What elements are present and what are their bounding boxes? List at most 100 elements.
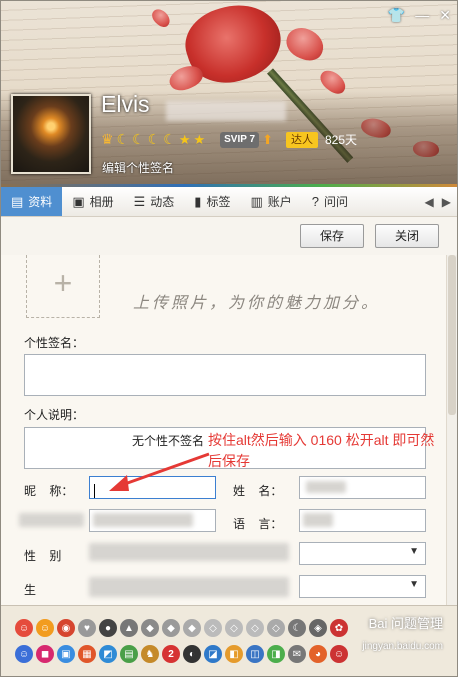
window-controls: 👕 — ✕ — [388, 7, 451, 24]
photo-upload[interactable]: + — [26, 255, 100, 318]
emoji-icon[interactable]: ▦ — [78, 645, 96, 663]
blurred-gender — [89, 543, 289, 561]
crown-icon: ♛ — [101, 131, 114, 147]
emoji-icon[interactable]: ▣ — [57, 645, 75, 663]
photo-icon: ▣ — [72, 193, 85, 209]
intro-value: 无个性不签名 — [132, 434, 205, 448]
emoji-icon[interactable]: ◈ — [309, 619, 327, 637]
star-icon: ★ — [193, 131, 206, 147]
birth-label: 生 — [24, 583, 37, 597]
profile-header: 👕 — ✕ Elvis ♛ ☾ ☾ ☾ ☾ ★ ★ SVIP 7 ⬆ 达人 82… — [1, 1, 457, 186]
level-badges: ♛ ☾ ☾ ☾ ☾ ★ ★ SVIP 7 ⬆ 达人 825天 — [101, 131, 357, 148]
tab-ask[interactable]: ? 问问 — [302, 187, 358, 216]
profile-card-icon: ▤ — [11, 193, 24, 209]
diamond-icon[interactable]: ◇ — [246, 619, 264, 637]
moon-icon: ☾ — [116, 131, 130, 147]
dropdown-select[interactable]: ▼ — [299, 575, 426, 598]
emoji-icon[interactable]: ◆ — [141, 619, 159, 637]
emoji-icon[interactable]: ▤ — [120, 645, 138, 663]
signature-label: 个性签名： — [24, 336, 85, 350]
profile-tabs: ▤ 资料 ▣ 相册 ☰ 动态 ▮ 标签 ▥ 账户 ? 问问 ◀ ▶ — [1, 187, 457, 217]
shirt-icon[interactable]: 👕 — [388, 7, 405, 24]
tab-feed[interactable]: ☰ 动态 — [124, 187, 185, 216]
blurred-language — [303, 513, 333, 527]
list-icon: ☰ — [133, 193, 146, 209]
emoji-icon[interactable]: ◧ — [225, 645, 243, 663]
emoji-icon[interactable]: ◨ — [267, 645, 285, 663]
tab-album[interactable]: ▣ 相册 — [62, 187, 123, 216]
emoji-icon[interactable]: ◪ — [204, 645, 222, 663]
blurred-birth — [89, 577, 289, 597]
plus-icon: + — [53, 265, 73, 301]
online-days: 825天 — [324, 133, 358, 147]
tab-label: 资料 — [28, 195, 53, 209]
avatar[interactable] — [11, 94, 91, 174]
emoji-icon[interactable]: ☺ — [15, 645, 33, 663]
emoji-icon[interactable]: ▲ — [120, 619, 138, 637]
talent-badge[interactable]: 达人 — [285, 131, 318, 148]
emoji-icon[interactable]: ◩ — [99, 645, 117, 663]
bookmark-icon: ▮ — [194, 193, 202, 209]
blurred-label — [19, 513, 84, 527]
text-caret — [94, 484, 95, 498]
minimize-icon[interactable]: — — [415, 7, 429, 24]
chevron-right-icon[interactable]: ▶ — [442, 195, 451, 209]
emoji-icon[interactable]: ◫ — [246, 645, 264, 663]
emoji-icon[interactable]: ◆ — [162, 619, 180, 637]
emoji-icon[interactable]: ◐ — [183, 645, 201, 663]
tab-profile[interactable]: ▤ 资料 — [1, 187, 63, 216]
emoji-icon[interactable]: ◇ — [267, 619, 285, 637]
chevron-down-icon: ▼ — [409, 579, 419, 590]
blurred-account — [166, 101, 286, 121]
close-button[interactable]: 关闭 — [375, 224, 439, 248]
watermark-url: jingyan.baidu.com — [362, 641, 443, 652]
briefcase-icon: ▥ — [250, 193, 263, 209]
moon-icon[interactable]: ☾ — [288, 619, 306, 637]
tab-tags[interactable]: ▮ 标签 — [184, 187, 240, 216]
scrollbar-thumb[interactable] — [448, 255, 456, 415]
tab-label: 账户 — [267, 195, 292, 209]
scrollbar[interactable] — [446, 255, 457, 605]
qq-profile-window: 👕 — ✕ Elvis ♛ ☾ ☾ ☾ ☾ ★ ★ SVIP 7 ⬆ 达人 82… — [0, 0, 458, 677]
profile-form: + 上传照片，为你的魅力加分。 个性签名： 个人说明： 无个性不签名 昵 称： … — [1, 255, 446, 605]
nickname-display: Elvis — [101, 91, 150, 117]
chevron-down-icon: ▼ — [409, 546, 419, 557]
edit-signature-link[interactable]: 编辑个性签名 — [102, 159, 174, 176]
tab-label: 动态 — [150, 195, 175, 209]
emoji-icon[interactable]: ◉ — [57, 619, 75, 637]
close-icon[interactable]: ✕ — [439, 7, 451, 24]
tab-account[interactable]: ▥ 账户 — [240, 187, 301, 216]
arrow-up-icon: ⬆ — [262, 131, 273, 147]
language-label: 语 言： — [233, 517, 283, 531]
svip-badge[interactable]: SVIP 7 — [220, 131, 260, 148]
emoji-icon[interactable]: ☺ — [330, 645, 348, 663]
diamond-icon[interactable]: ◇ — [225, 619, 243, 637]
heart-icon[interactable]: ♥ — [78, 619, 96, 637]
diamond-icon[interactable]: ◇ — [204, 619, 222, 637]
emoji-icon[interactable]: ♞ — [141, 645, 159, 663]
watermark-text: Bai 问题管理 — [368, 616, 443, 631]
emoji-icon[interactable]: 2 — [162, 645, 180, 663]
name-label: 姓 名： — [233, 484, 283, 498]
blurred-value — [93, 513, 193, 527]
tab-scroll: ◀ ▶ — [425, 187, 457, 216]
penguin-icon[interactable]: ● — [99, 619, 117, 637]
chevron-left-icon[interactable]: ◀ — [425, 195, 434, 209]
emoji-icon[interactable]: ◼ — [36, 645, 54, 663]
signature-input[interactable] — [24, 354, 426, 396]
save-button[interactable]: 保存 — [300, 224, 364, 248]
moon-icon: ☾ — [132, 131, 145, 147]
emoji-icon[interactable]: ◕ — [309, 645, 327, 663]
emoji-icon[interactable]: ☺ — [15, 619, 33, 637]
tab-label: 问问 — [324, 195, 349, 209]
dropdown-select[interactable]: ▼ — [299, 542, 426, 565]
emoji-icon[interactable]: ✿ — [330, 619, 348, 637]
moon-icon: ☾ — [163, 131, 176, 147]
mail-icon[interactable]: ✉ — [288, 645, 306, 663]
gender-label: 性 别 — [24, 549, 62, 563]
emoji-icon[interactable]: ◆ — [183, 619, 201, 637]
blurred-name — [306, 481, 346, 493]
tab-label: 标签 — [206, 195, 231, 209]
intro-label: 个人说明： — [24, 408, 85, 422]
emoji-icon[interactable]: ☺ — [36, 619, 54, 637]
